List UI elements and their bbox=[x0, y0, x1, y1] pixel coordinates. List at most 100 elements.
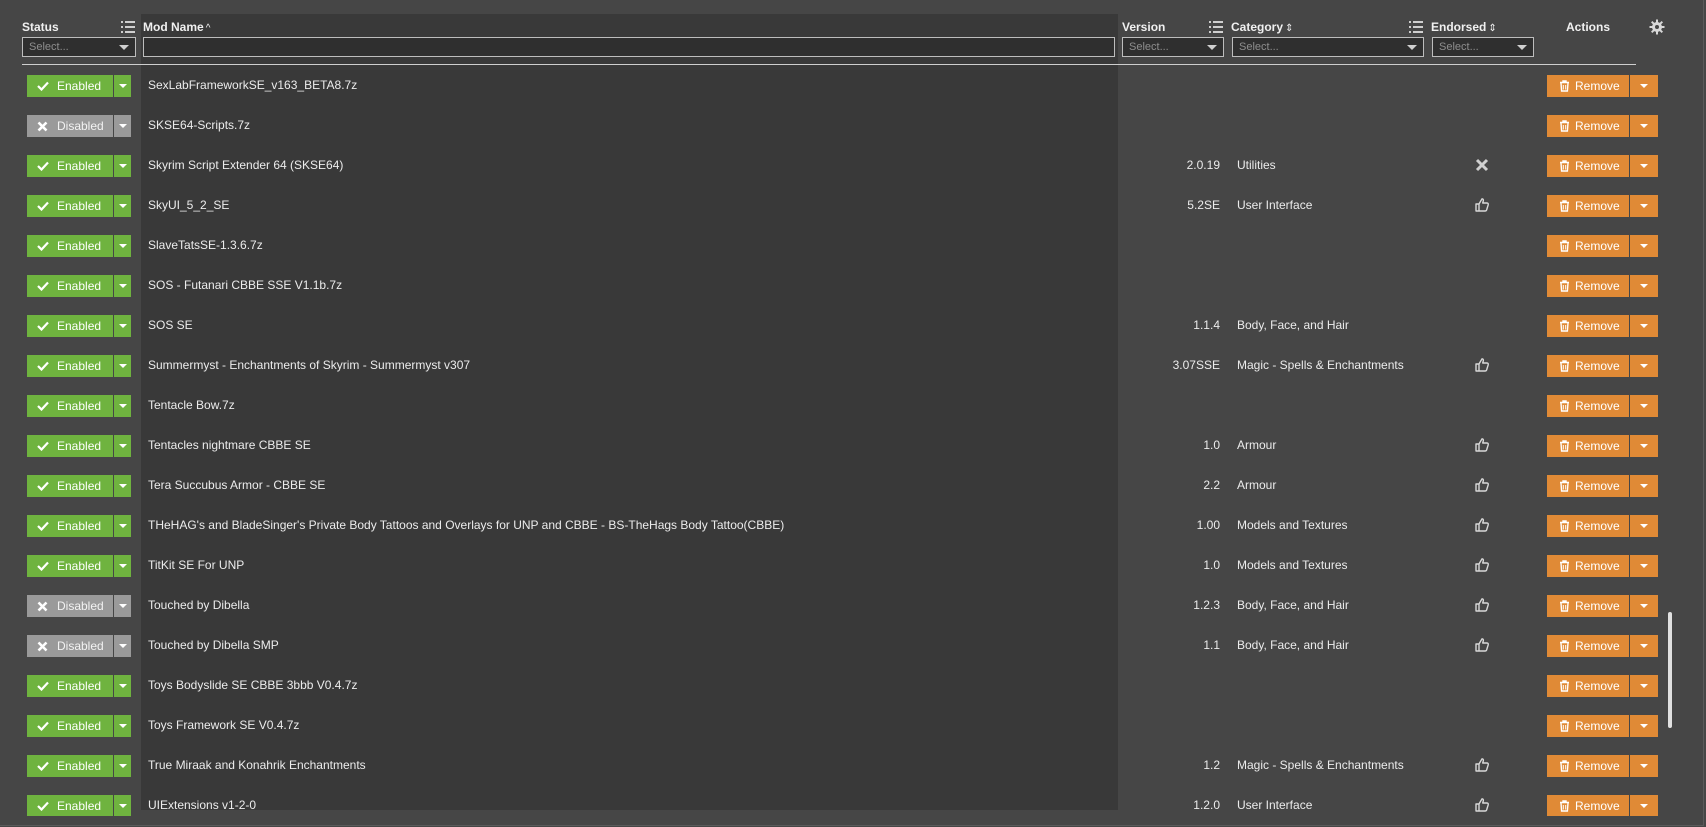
status-toggle[interactable]: Disabled bbox=[27, 635, 131, 657]
status-toggle[interactable]: Enabled bbox=[27, 795, 131, 816]
status-toggle[interactable]: Enabled bbox=[27, 475, 131, 497]
mod-name[interactable]: True Miraak and Konahrik Enchantments bbox=[148, 758, 366, 772]
status-dropdown-button[interactable] bbox=[114, 155, 131, 177]
remove-button-group[interactable]: Remove bbox=[1547, 115, 1658, 137]
mod-name[interactable]: SexLabFrameworkSE_v163_BETA8.7z bbox=[148, 78, 357, 92]
status-dropdown-button[interactable] bbox=[114, 275, 131, 297]
mod-name[interactable]: Tera Succubus Armor - CBBE SE bbox=[148, 478, 325, 492]
status-toggle[interactable]: Enabled bbox=[27, 675, 131, 697]
thumbs-up-icon[interactable] bbox=[1474, 477, 1490, 493]
remove-button[interactable]: Remove bbox=[1547, 315, 1629, 337]
table-row[interactable]: Enabled Summermyst - Enchantments of Skyr… bbox=[0, 346, 1690, 386]
remove-button[interactable]: Remove bbox=[1547, 235, 1629, 257]
status-button[interactable]: Enabled bbox=[27, 515, 113, 537]
status-dropdown-button[interactable] bbox=[114, 435, 131, 457]
status-dropdown-button[interactable] bbox=[114, 355, 131, 377]
remove-button[interactable]: Remove bbox=[1547, 395, 1629, 417]
remove-dropdown-button[interactable] bbox=[1630, 475, 1658, 497]
table-row[interactable]: Disabled Touched by Dibella 1.2.3 Body, Fac… bbox=[0, 586, 1690, 626]
table-row[interactable]: Disabled SKSE64-Scripts.7z Remove bbox=[0, 106, 1690, 146]
mod-name[interactable]: SKSE64-Scripts.7z bbox=[148, 118, 250, 132]
remove-button-group[interactable]: Remove bbox=[1547, 675, 1658, 697]
thumbs-up-icon[interactable] bbox=[1474, 357, 1490, 373]
remove-dropdown-button[interactable] bbox=[1630, 795, 1658, 816]
status-dropdown-button[interactable] bbox=[114, 755, 131, 777]
status-toggle[interactable]: Enabled bbox=[27, 715, 131, 737]
thumbs-up-icon[interactable] bbox=[1474, 637, 1490, 653]
mod-name[interactable]: SOS SE bbox=[148, 318, 193, 332]
table-row[interactable]: Enabled SexLabFrameworkSE_v163_BETA8.7z Re… bbox=[0, 66, 1690, 106]
remove-button[interactable]: Remove bbox=[1547, 555, 1629, 577]
status-toggle[interactable]: Enabled bbox=[27, 355, 131, 377]
remove-button-group[interactable]: Remove bbox=[1547, 715, 1658, 737]
status-button[interactable]: Disabled bbox=[27, 115, 113, 137]
status-button[interactable]: Enabled bbox=[27, 235, 113, 257]
status-button[interactable]: Enabled bbox=[27, 675, 113, 697]
status-filter-select[interactable]: Select... bbox=[22, 37, 136, 57]
remove-button-group[interactable]: Remove bbox=[1547, 355, 1658, 377]
remove-button-group[interactable]: Remove bbox=[1547, 595, 1658, 617]
mod-name[interactable]: Toys Bodyslide SE CBBE 3bbb V0.4.7z bbox=[148, 678, 357, 692]
remove-dropdown-button[interactable] bbox=[1630, 515, 1658, 537]
status-toggle[interactable]: Enabled bbox=[27, 275, 131, 297]
remove-dropdown-button[interactable] bbox=[1630, 395, 1658, 417]
mod-name[interactable]: Toys Framework SE V0.4.7z bbox=[148, 718, 299, 732]
status-button[interactable]: Enabled bbox=[27, 195, 113, 217]
remove-button[interactable]: Remove bbox=[1547, 795, 1629, 816]
remove-dropdown-button[interactable] bbox=[1630, 635, 1658, 657]
remove-dropdown-button[interactable] bbox=[1630, 315, 1658, 337]
mod-name[interactable]: Summermyst - Enchantments of Skyrim - Su… bbox=[148, 358, 470, 372]
status-dropdown-button[interactable] bbox=[114, 795, 131, 816]
thumbs-up-icon[interactable] bbox=[1474, 437, 1490, 453]
status-button[interactable]: Enabled bbox=[27, 315, 113, 337]
remove-button[interactable]: Remove bbox=[1547, 75, 1629, 97]
mod-name[interactable]: Touched by Dibella SMP bbox=[148, 638, 279, 652]
thumbs-up-icon[interactable] bbox=[1474, 757, 1490, 773]
status-column-header[interactable]: Status bbox=[22, 20, 59, 34]
remove-dropdown-button[interactable] bbox=[1630, 275, 1658, 297]
table-row[interactable]: Enabled True Miraak and Konahrik Enchantm… bbox=[0, 746, 1690, 786]
remove-button-group[interactable]: Remove bbox=[1547, 75, 1658, 97]
remove-button-group[interactable]: Remove bbox=[1547, 435, 1658, 457]
status-button[interactable]: Enabled bbox=[27, 755, 113, 777]
status-button[interactable]: Disabled bbox=[27, 595, 113, 617]
status-button[interactable]: Disabled bbox=[27, 635, 113, 657]
mod-name[interactable]: TitKit SE For UNP bbox=[148, 558, 244, 572]
remove-dropdown-button[interactable] bbox=[1630, 75, 1658, 97]
mod-name[interactable]: UIExtensions v1-2-0 bbox=[148, 798, 256, 812]
status-button[interactable]: Enabled bbox=[27, 155, 113, 177]
remove-button[interactable]: Remove bbox=[1547, 635, 1629, 657]
remove-dropdown-button[interactable] bbox=[1630, 115, 1658, 137]
remove-button-group[interactable]: Remove bbox=[1547, 555, 1658, 577]
status-dropdown-button[interactable] bbox=[114, 75, 131, 97]
remove-dropdown-button[interactable] bbox=[1630, 715, 1658, 737]
table-row[interactable]: Enabled Skyrim Script Extender 64 (SKSE64… bbox=[0, 146, 1690, 186]
thumbs-up-icon[interactable] bbox=[1474, 797, 1490, 813]
status-dropdown-button[interactable] bbox=[114, 115, 131, 137]
status-button[interactable]: Enabled bbox=[27, 395, 113, 417]
remove-button-group[interactable]: Remove bbox=[1547, 515, 1658, 537]
status-toggle[interactable]: Enabled bbox=[27, 315, 131, 337]
status-toggle[interactable]: Enabled bbox=[27, 755, 131, 777]
status-toggle[interactable]: Disabled bbox=[27, 595, 131, 617]
version-column-header[interactable]: Version bbox=[1122, 20, 1165, 34]
endorsed-filter-select[interactable]: Select... bbox=[1432, 37, 1534, 57]
version-column-menu-icon[interactable] bbox=[1209, 20, 1223, 34]
remove-button-group[interactable]: Remove bbox=[1547, 635, 1658, 657]
category-column-header[interactable]: Category ⇕ bbox=[1231, 20, 1293, 34]
table-row[interactable]: Enabled Tentacles nightmare CBBE SE 1.0 Arm… bbox=[0, 426, 1690, 466]
status-button[interactable]: Enabled bbox=[27, 795, 113, 816]
mod-name[interactable]: Tentacle Bow.7z bbox=[148, 398, 235, 412]
status-dropdown-button[interactable] bbox=[114, 235, 131, 257]
mod-name[interactable]: SlaveTatsSE-1.3.6.7z bbox=[148, 238, 263, 252]
table-row[interactable]: Enabled Tera Succubus Armor - CBBE SE 2.2 A… bbox=[0, 466, 1690, 506]
table-row[interactable]: Enabled UIExtensions v1-2-0 1.2.0 User Inte… bbox=[0, 786, 1690, 816]
status-button[interactable]: Enabled bbox=[27, 355, 113, 377]
status-dropdown-button[interactable] bbox=[114, 395, 131, 417]
vertical-scrollbar[interactable] bbox=[1668, 612, 1672, 728]
remove-button-group[interactable]: Remove bbox=[1547, 235, 1658, 257]
remove-button-group[interactable]: Remove bbox=[1547, 755, 1658, 777]
remove-button[interactable]: Remove bbox=[1547, 515, 1629, 537]
status-dropdown-button[interactable] bbox=[114, 195, 131, 217]
status-toggle[interactable]: Disabled bbox=[27, 115, 131, 137]
